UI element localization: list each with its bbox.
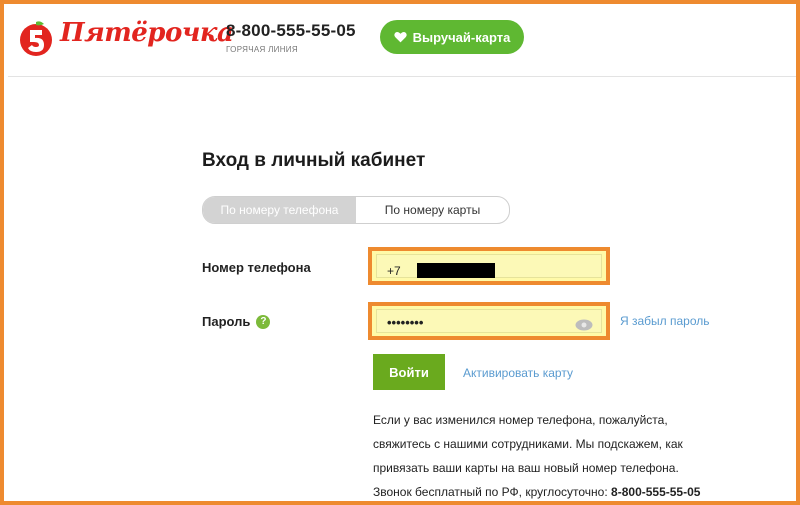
brand-name[interactable]: Пятёрочка xyxy=(60,18,234,48)
hotline-phone[interactable]: 8-800-555-55-05 xyxy=(226,21,356,41)
eye-icon[interactable] xyxy=(575,319,593,331)
info-text: Звонок бесплатный по РФ, круглосуточно: xyxy=(373,485,608,499)
site-header: Пятёрочка 8-800-555-55-05 ГОРЯЧАЯ ЛИНИЯ … xyxy=(8,8,796,77)
password-input[interactable]: •••••••• xyxy=(376,309,602,333)
page-title: Вход в личный кабинет xyxy=(202,150,426,171)
password-value: •••••••• xyxy=(387,315,424,330)
info-line: Если у вас изменился номер телефона, пож… xyxy=(373,413,668,427)
password-label: Пароль xyxy=(202,314,251,329)
phone-change-info: Если у вас изменился номер телефона, пож… xyxy=(373,408,733,501)
phone-field-highlight: +7 xyxy=(368,247,610,285)
password-field-highlight: •••••••• xyxy=(368,302,610,340)
phone-input[interactable]: +7 xyxy=(376,254,602,278)
phone-prefix: +7 xyxy=(387,264,401,278)
rescue-card-label: Выручай-карта xyxy=(412,29,511,45)
question-icon[interactable]: ? xyxy=(256,314,271,329)
password-label-row: Пароль ? xyxy=(202,314,271,329)
info-line: свяжитесь с нашими сотрудниками. Мы подс… xyxy=(373,437,683,451)
tab-by-card[interactable]: По номеру карты xyxy=(356,197,509,223)
heart-icon xyxy=(393,32,407,43)
phone-label: Номер телефона xyxy=(202,260,311,275)
login-method-tabs: По номеру телефона По номеру карты xyxy=(202,196,510,224)
rescue-card-button[interactable]: Выручай-карта xyxy=(380,20,524,54)
forgot-password-link[interactable]: Я забыл пароль xyxy=(620,314,710,328)
hotline-block: 8-800-555-55-05 ГОРЯЧАЯ ЛИНИЯ xyxy=(226,21,356,54)
page-frame: Пятёрочка 8-800-555-55-05 ГОРЯЧАЯ ЛИНИЯ … xyxy=(0,0,800,505)
info-phone[interactable]: 8-800-555-55-05 xyxy=(611,485,700,499)
tab-by-phone[interactable]: По номеру телефона xyxy=(203,197,356,223)
info-line: привязать ваши карты на ваш новый номер … xyxy=(373,461,679,475)
info-line-last: Звонок бесплатный по РФ, круглосуточно: … xyxy=(373,480,733,501)
activate-card-link[interactable]: Активировать карту xyxy=(463,366,573,380)
redacted-phone-number xyxy=(417,263,495,278)
pyaterochka-logo-icon[interactable] xyxy=(16,18,56,58)
login-button[interactable]: Войти xyxy=(373,354,445,390)
hotline-caption: ГОРЯЧАЯ ЛИНИЯ xyxy=(226,45,298,54)
